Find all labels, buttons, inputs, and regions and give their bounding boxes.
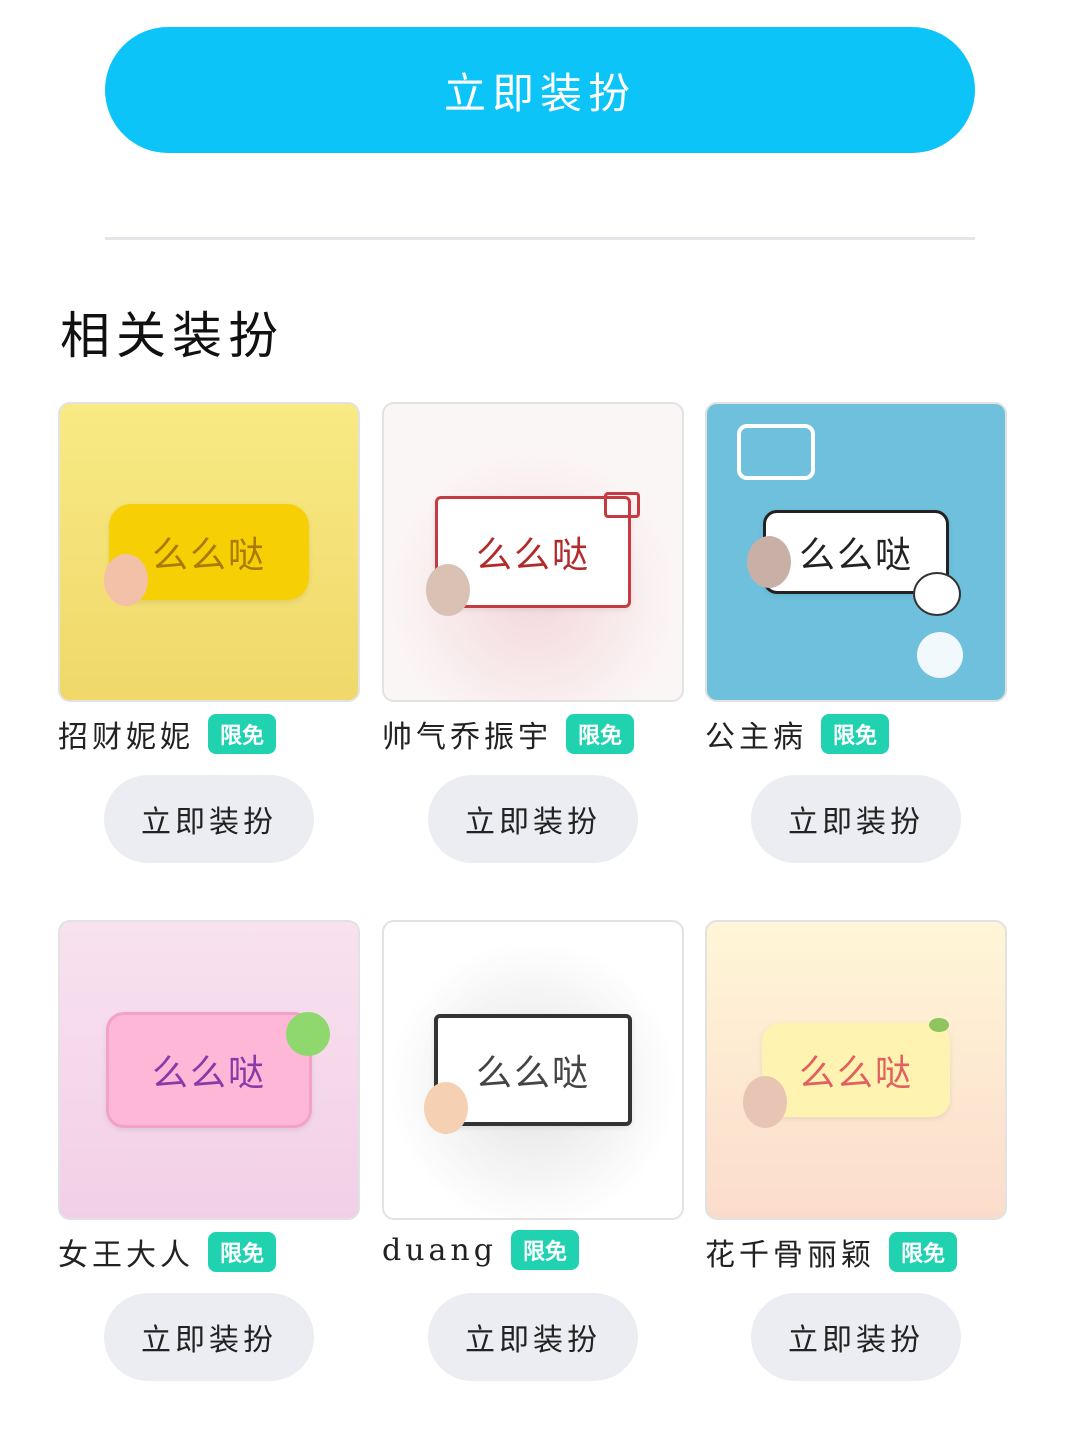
- preview-thumbnail[interactable]: 么么哒: [58, 402, 360, 702]
- butterfly-icon: [917, 632, 963, 678]
- item-meta: 公主病 限免: [705, 712, 890, 756]
- dress-up-button[interactable]: 立即装扮: [104, 1293, 314, 1381]
- item-name: 花千骨丽颖: [705, 1238, 875, 1273]
- preview-text: 么么哒: [475, 535, 590, 576]
- decoration-card: 么么哒 duang 限免 立即装扮: [382, 920, 684, 1381]
- mermaid-icon: [286, 1012, 330, 1056]
- preview-text: 么么哒: [151, 1053, 266, 1094]
- decoration-card: 么么哒 公主病 限免 立即装扮: [705, 402, 1007, 863]
- dress-up-button[interactable]: 立即装扮: [428, 775, 638, 863]
- preview-text: 么么哒: [475, 1053, 590, 1094]
- preview-text: 么么哒: [151, 535, 266, 576]
- free-badge: 限免: [510, 1230, 579, 1270]
- item-meta: 帅气乔振宇 限免: [382, 712, 635, 756]
- decoration-card: 么么哒 女王大人 限免 立即装扮: [58, 920, 360, 1381]
- crown-icon: [604, 492, 640, 518]
- item-name: 女王大人: [58, 1238, 194, 1273]
- item-meta: 招财妮妮 限免: [58, 712, 277, 756]
- divider: [105, 237, 975, 240]
- item-name: 招财妮妮: [58, 720, 194, 755]
- leaf-icon: [929, 1018, 949, 1032]
- crown-icon: [737, 424, 815, 480]
- item-name: duang: [382, 1232, 497, 1268]
- item-name: 公主病: [705, 720, 807, 755]
- free-badge: 限免: [208, 714, 277, 754]
- preview-thumbnail[interactable]: 么么哒: [58, 920, 360, 1220]
- item-meta: duang 限免: [382, 1230, 579, 1270]
- preview-thumbnail[interactable]: 么么哒: [705, 402, 1007, 702]
- free-badge: 限免: [889, 1232, 958, 1272]
- preview-bubble: 么么哒: [762, 1023, 950, 1117]
- dress-up-button[interactable]: 立即装扮: [751, 1293, 961, 1381]
- preview-thumbnail[interactable]: 么么哒: [705, 920, 1007, 1220]
- preview-text: 么么哒: [798, 535, 913, 576]
- decoration-card: 么么哒 帅气乔振宇 限免 立即装扮: [382, 402, 684, 863]
- decoration-card: 么么哒 招财妮妮 限免 立即装扮: [58, 402, 360, 863]
- avatar: [743, 1076, 787, 1128]
- preview-text: 么么哒: [798, 1053, 913, 1094]
- item-meta: 女王大人 限免: [58, 1230, 277, 1274]
- free-badge: 限免: [821, 714, 890, 754]
- section-title: 相关装扮: [60, 307, 284, 365]
- avatar: [104, 554, 148, 606]
- avatar: [426, 564, 470, 616]
- item-name: 帅气乔振宇: [382, 720, 552, 755]
- free-badge: 限免: [208, 1232, 277, 1272]
- avatar: [424, 1082, 468, 1134]
- free-badge: 限免: [566, 714, 635, 754]
- avatar: [747, 536, 791, 588]
- dress-up-button[interactable]: 立即装扮: [104, 775, 314, 863]
- dress-up-button[interactable]: 立即装扮: [751, 775, 961, 863]
- bear-icon: [913, 572, 961, 616]
- preview-thumbnail[interactable]: 么么哒: [382, 920, 684, 1220]
- dress-up-button[interactable]: 立即装扮: [428, 1293, 638, 1381]
- preview-thumbnail[interactable]: 么么哒: [382, 402, 684, 702]
- decoration-card: 么么哒 花千骨丽颖 限免 立即装扮: [705, 920, 1007, 1381]
- preview-bubble: 么么哒: [106, 1012, 312, 1128]
- item-meta: 花千骨丽颖 限免: [705, 1230, 958, 1274]
- primary-dress-up-button[interactable]: 立即装扮: [105, 27, 975, 153]
